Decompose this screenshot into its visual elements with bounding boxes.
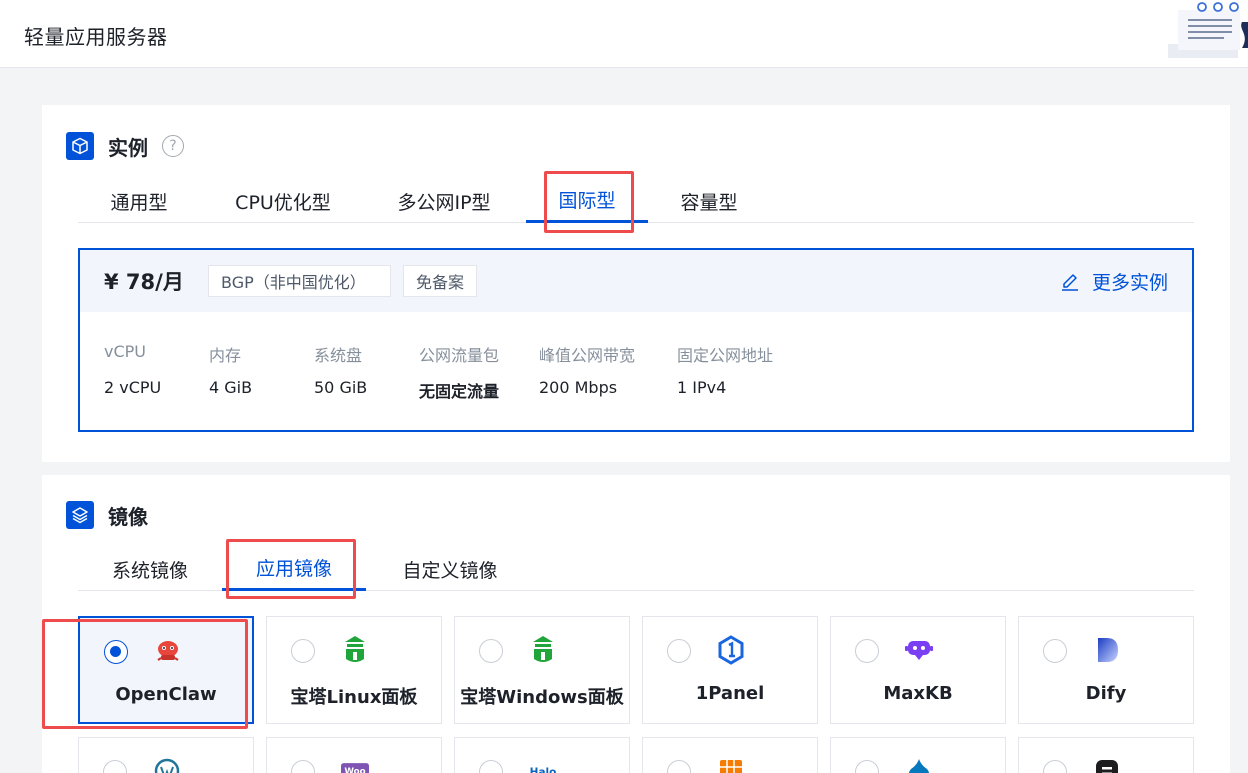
spec-public-ip: 固定公网地址 1 IPv4 (677, 342, 773, 397)
page-title: 轻量应用服务器 (24, 25, 168, 49)
radio-button[interactable] (1043, 760, 1067, 773)
tab-system-image[interactable]: 系统镜像 (78, 547, 222, 591)
network-tag: BGP（非中国优化） (208, 265, 391, 297)
spec-peak-bandwidth: 峰值公网带宽 200 Mbps (539, 342, 635, 397)
layers-icon (66, 501, 94, 529)
spec-value: 4 GiB (209, 378, 253, 397)
radio-button[interactable] (103, 760, 127, 773)
tab-cpu-optimized[interactable]: CPU优化型 (210, 179, 356, 223)
baota-icon (529, 635, 557, 665)
more-instances-link[interactable]: 更多实例 (1060, 268, 1168, 295)
openclaw-lobster-icon (154, 636, 182, 666)
wordpress-icon (153, 756, 181, 773)
spec-value: 无固定流量 (419, 382, 500, 401)
svg-text:Woo: Woo (344, 767, 365, 773)
halo-icon: Halo (529, 756, 557, 773)
instance-section: 实例 ? 通用型 CPU优化型 多公网IP型 国际型 容量型 ¥ 78/月 BG… (42, 105, 1230, 462)
spec-system-disk: 系统盘 50 GiB (314, 342, 367, 397)
image-section-header: 镜像 (66, 500, 148, 530)
radio-button[interactable] (667, 760, 691, 773)
woocommerce-icon: Woo (341, 756, 369, 773)
image-card-woocommerce[interactable]: Woo (266, 737, 442, 773)
edit-icon (1061, 273, 1078, 291)
no-filing-tag: 免备案 (403, 265, 478, 297)
spec-label: 固定公网地址 (677, 346, 774, 365)
radio-button[interactable] (291, 760, 315, 773)
image-card-maxkb[interactable]: MaxKB (830, 616, 1006, 724)
cube-icon (66, 132, 94, 160)
radio-button[interactable] (855, 760, 879, 773)
radio-button[interactable] (291, 639, 315, 663)
spec-vcpu: vCPU 2 vCPU (104, 342, 161, 397)
instance-section-header: 实例 ? (66, 131, 184, 161)
tab-capacity[interactable]: 容量型 (648, 179, 770, 223)
image-name: OpenClaw (115, 684, 217, 705)
tab-custom-image[interactable]: 自定义镜像 (378, 547, 522, 591)
image-card-baota-linux[interactable]: 宝塔Linux面板 (266, 616, 442, 724)
image-section: 镜像 系统镜像 应用镜像 自定义镜像 OpenClaw 宝塔Linux面板 宝塔… (42, 475, 1230, 773)
image-name: MaxKB (883, 683, 953, 704)
image-card-grid-app[interactable] (642, 737, 818, 773)
maxkb-icon (905, 635, 933, 665)
top-bar: 轻量应用服务器 (0, 0, 1248, 68)
spec-traffic-package: 公网流量包 无固定流量 (419, 342, 499, 402)
image-card-halo[interactable]: Halo (454, 737, 630, 773)
image-card-1panel[interactable]: 1Panel (642, 616, 818, 724)
help-icon[interactable]: ? (162, 135, 184, 157)
instance-section-title: 实例 (108, 135, 148, 160)
image-card-drupal[interactable] (830, 737, 1006, 773)
tab-app-image[interactable]: 应用镜像 (222, 547, 366, 591)
image-card-dify[interactable]: Dify (1018, 616, 1194, 724)
image-card-openclaw[interactable]: OpenClaw (78, 616, 254, 724)
spec-label: 系统盘 (314, 346, 363, 365)
spec-value: 200 Mbps (539, 378, 618, 397)
image-tabs: 系统镜像 应用镜像 自定义镜像 (78, 547, 1194, 591)
spec-value: 50 GiB (314, 378, 368, 397)
plan-header: ¥ 78/月 BGP（非中国优化） 免备案 更多实例 (80, 250, 1192, 312)
1panel-icon (717, 635, 745, 665)
dify-icon (1093, 635, 1121, 665)
instance-plan-card[interactable]: ¥ 78/月 BGP（非中国优化） 免备案 更多实例 vCPU 2 vCPU 内… (78, 248, 1194, 432)
image-card-wordpress[interactable] (78, 737, 254, 773)
spec-label: 公网流量包 (419, 346, 500, 365)
tab-multi-ip[interactable]: 多公网IP型 (372, 179, 516, 223)
spec-label: vCPU (104, 342, 146, 361)
image-name: 1Panel (695, 683, 765, 704)
drupal-icon (905, 756, 933, 773)
promo-illustration (1168, 2, 1248, 58)
radio-button[interactable] (667, 639, 691, 663)
image-name: Dify (1085, 683, 1127, 704)
radio-button[interactable] (479, 639, 503, 663)
image-name: 宝塔Windows面板 (460, 687, 624, 708)
svg-text:Halo: Halo (530, 766, 557, 773)
spec-value: 1 IPv4 (677, 378, 727, 397)
radio-button[interactable] (855, 639, 879, 663)
image-section-title: 镜像 (108, 504, 148, 529)
app-icon (1093, 756, 1121, 773)
baota-icon (341, 635, 369, 665)
instance-tabs: 通用型 CPU优化型 多公网IP型 国际型 容量型 (78, 179, 1194, 223)
radio-button[interactable] (479, 760, 503, 773)
tab-international[interactable]: 国际型 (526, 179, 648, 223)
image-card-baota-windows[interactable]: 宝塔Windows面板 (454, 616, 630, 724)
image-card-app[interactable] (1018, 737, 1194, 773)
spec-label: 峰值公网带宽 (539, 346, 636, 365)
radio-button[interactable] (104, 640, 128, 664)
more-instances-label: 更多实例 (1091, 272, 1168, 294)
spec-memory: 内存 4 GiB (209, 342, 252, 397)
grid-app-icon (717, 756, 745, 773)
spec-value: 2 vCPU (104, 378, 162, 397)
plan-price: ¥ 78/月 (104, 270, 184, 294)
radio-button[interactable] (1043, 639, 1067, 663)
tab-general[interactable]: 通用型 (78, 179, 200, 223)
spec-label: 内存 (209, 346, 242, 365)
image-name: 宝塔Linux面板 (290, 687, 418, 708)
